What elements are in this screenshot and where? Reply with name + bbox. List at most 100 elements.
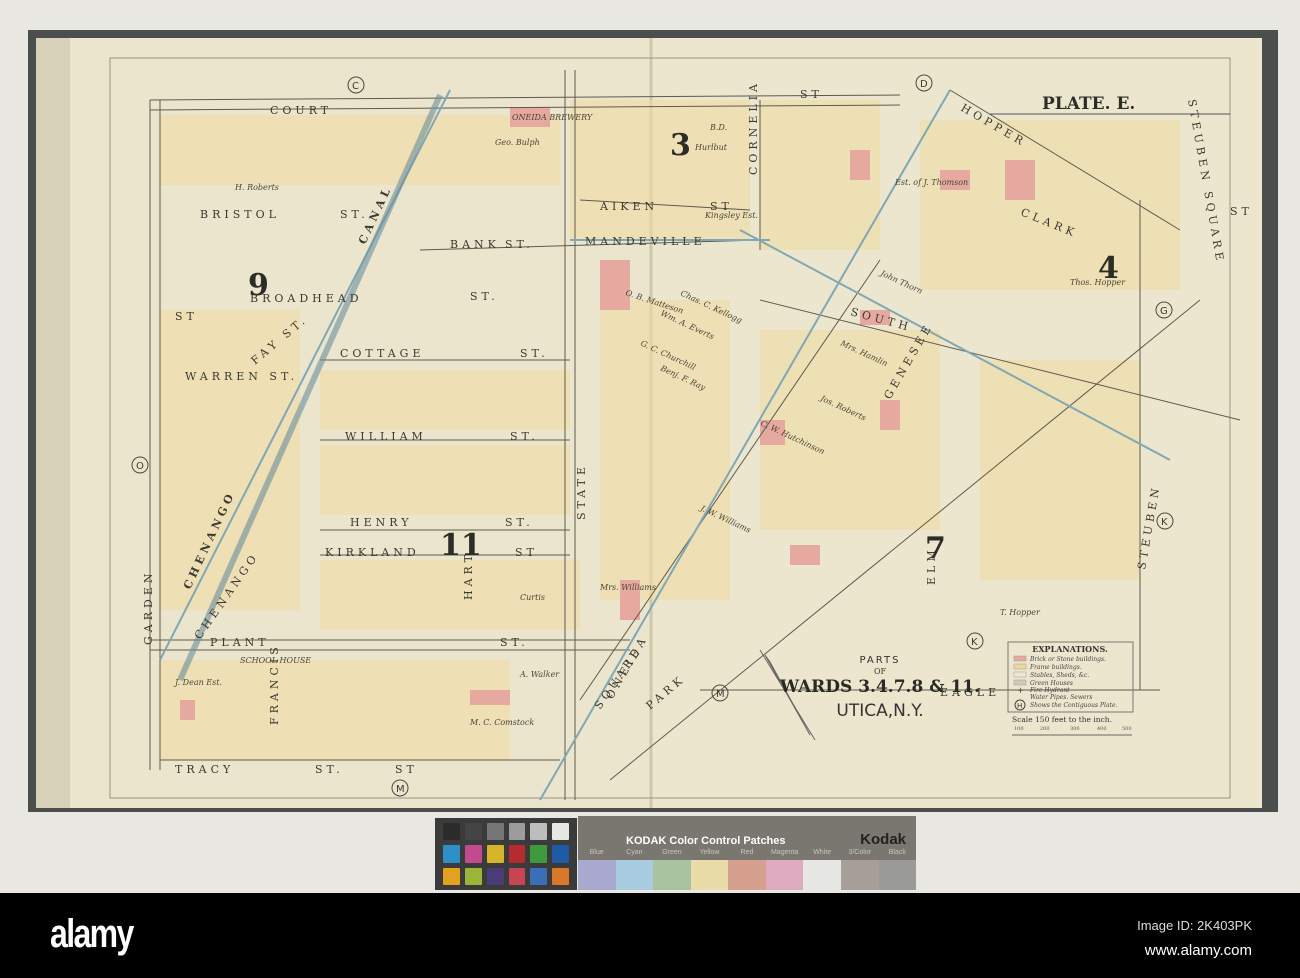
owner-label: J. Dean Est. — [173, 678, 222, 687]
cartouche-of: OF — [874, 667, 887, 676]
street-plant-st: ST. — [500, 636, 529, 649]
owner-label: Mrs. Williams — [599, 583, 656, 592]
ward-number: 9 — [248, 268, 269, 303]
street-tracy: TRACY — [175, 763, 234, 776]
grid-ref-letter: M — [716, 689, 725, 700]
ward-number: 11 — [440, 528, 482, 563]
street-william: WILLIAM — [345, 430, 427, 443]
legend-item: Water Pipes. Sewers — [1030, 694, 1093, 701]
grid-ref-letter: C — [352, 81, 359, 92]
kodak-label: Red — [740, 849, 754, 856]
legend-item: Fire Hydrant — [1029, 687, 1070, 694]
ward-number: 3 — [670, 128, 691, 163]
street-plant: PLANT — [210, 636, 270, 649]
kodak-patch — [728, 860, 766, 890]
legend-item: Stables, Sheds, &c. — [1030, 672, 1089, 679]
watermark-bar — [0, 893, 1300, 978]
grid-ref-letter: O — [136, 461, 144, 472]
street-mandeville: MANDEVILLE — [585, 235, 706, 248]
scale-tick: 100 — [1014, 726, 1024, 732]
checker-patch — [486, 867, 504, 885]
site-url: www.alamy.com — [1144, 942, 1252, 959]
checker-patch — [443, 823, 460, 841]
kodak-patch — [615, 860, 654, 890]
owner-label: Kingsley Est. — [704, 211, 758, 220]
checker-patch — [552, 845, 569, 863]
legend-item: Brick or Stone buildings. — [1029, 656, 1106, 663]
kodak-patch — [578, 860, 616, 890]
legend-swatch-green — [1013, 679, 1027, 686]
legend-swatch-stable — [1013, 671, 1027, 678]
kodak-label: Yellow — [699, 849, 720, 856]
kodak-patch — [765, 860, 804, 890]
cartouche-city: UTICA,N.Y. — [836, 701, 923, 721]
checker-patch — [443, 867, 460, 885]
kodak-label: Black — [888, 849, 906, 856]
kodak-patch — [803, 860, 841, 890]
legend-hydrant-icon: + — [1017, 686, 1024, 695]
street-court: COURT — [270, 104, 332, 117]
scale-tick: 300 — [1070, 726, 1080, 732]
grid-ref-letter: K — [971, 637, 978, 648]
street-warren: WARREN ST. — [185, 370, 298, 383]
street-bank: BANK — [450, 238, 500, 251]
owner-label: A. Walker — [519, 670, 560, 679]
legend-swatch-brick — [1013, 655, 1027, 662]
kodak-label: Cyan — [626, 849, 643, 856]
kodak-label: Magenta — [770, 849, 799, 856]
owner-label: Est. of J. Thomson — [894, 178, 968, 187]
kodak-title: KODAK Color Control Patches — [626, 835, 786, 847]
kodak-color-strip: KODAK Color Control Patches Kodak Blue C… — [578, 816, 917, 890]
street-cornelia: CORNELIA — [747, 80, 760, 175]
kodak-label: White — [813, 849, 832, 856]
checker-patch — [464, 867, 482, 885]
kodak-patches — [578, 860, 917, 890]
legend-item: Green Houses — [1030, 680, 1073, 687]
cartouche-parts: PARTS — [860, 655, 901, 666]
kodak-patch — [653, 860, 691, 890]
street-cottage-st: ST. — [520, 347, 549, 360]
kodak-labels: Blue Cyan Green Yellow Red Magenta White… — [578, 849, 916, 856]
owner-label: SCHOOL HOUSE — [240, 656, 311, 665]
grid-ref-letter: M — [396, 784, 405, 795]
checker-patch — [508, 845, 526, 863]
street-st-3: ST — [395, 763, 418, 776]
checker-patch — [530, 867, 548, 885]
checker-patch — [508, 823, 526, 841]
owner-label: Geo. Bulph — [495, 138, 540, 147]
street-henry: HENRY — [350, 516, 412, 529]
street-aiken: AIKEN — [599, 200, 658, 213]
checker-patch — [530, 823, 548, 841]
checker-patch — [464, 845, 482, 863]
street-kirkland: KIRKLAND — [325, 546, 420, 559]
street-kirkland-st: ST — [515, 546, 538, 559]
owner-label: Hurlbut — [694, 143, 728, 152]
street-garden: GARDEN — [142, 570, 155, 646]
street-state: STATE — [575, 463, 588, 520]
legend-item: Frame buildings. — [1029, 664, 1082, 671]
kodak-patch — [878, 860, 917, 890]
alamy-logo: alamy — [50, 912, 134, 956]
grid-ref-letter: D — [920, 79, 928, 90]
owner-label: Curtis — [520, 593, 545, 602]
scale-tick: 200 — [1040, 726, 1050, 732]
ward-number: 4 — [1098, 251, 1119, 286]
checker-patch — [530, 845, 548, 863]
kodak-patch — [840, 860, 879, 890]
legend-item: Shows the Contiguous Plate. — [1030, 702, 1118, 709]
plate-title: PLATE. E. — [1042, 94, 1135, 114]
scale-tick: 400 — [1097, 726, 1107, 732]
street-bristol-st: ST. — [340, 208, 369, 221]
grid-ref-letter: G — [1160, 306, 1168, 317]
image-id: Image ID: 2K403PK — [1137, 918, 1252, 933]
checker-patch — [464, 823, 482, 841]
cartouche-wards: WARDS 3.4.7.8 & 11. — [779, 677, 980, 697]
grid-ref-letter: K — [1161, 517, 1168, 528]
checker-patch — [552, 867, 569, 885]
street-bank-st: ST. — [505, 238, 534, 251]
checker-patch — [486, 845, 504, 863]
owner-label: ONEIDA BREWERY — [512, 113, 593, 122]
checker-patch — [486, 823, 504, 841]
street-broadhead-st: ST. — [470, 290, 499, 303]
owner-label: T. Hopper — [1000, 608, 1041, 617]
